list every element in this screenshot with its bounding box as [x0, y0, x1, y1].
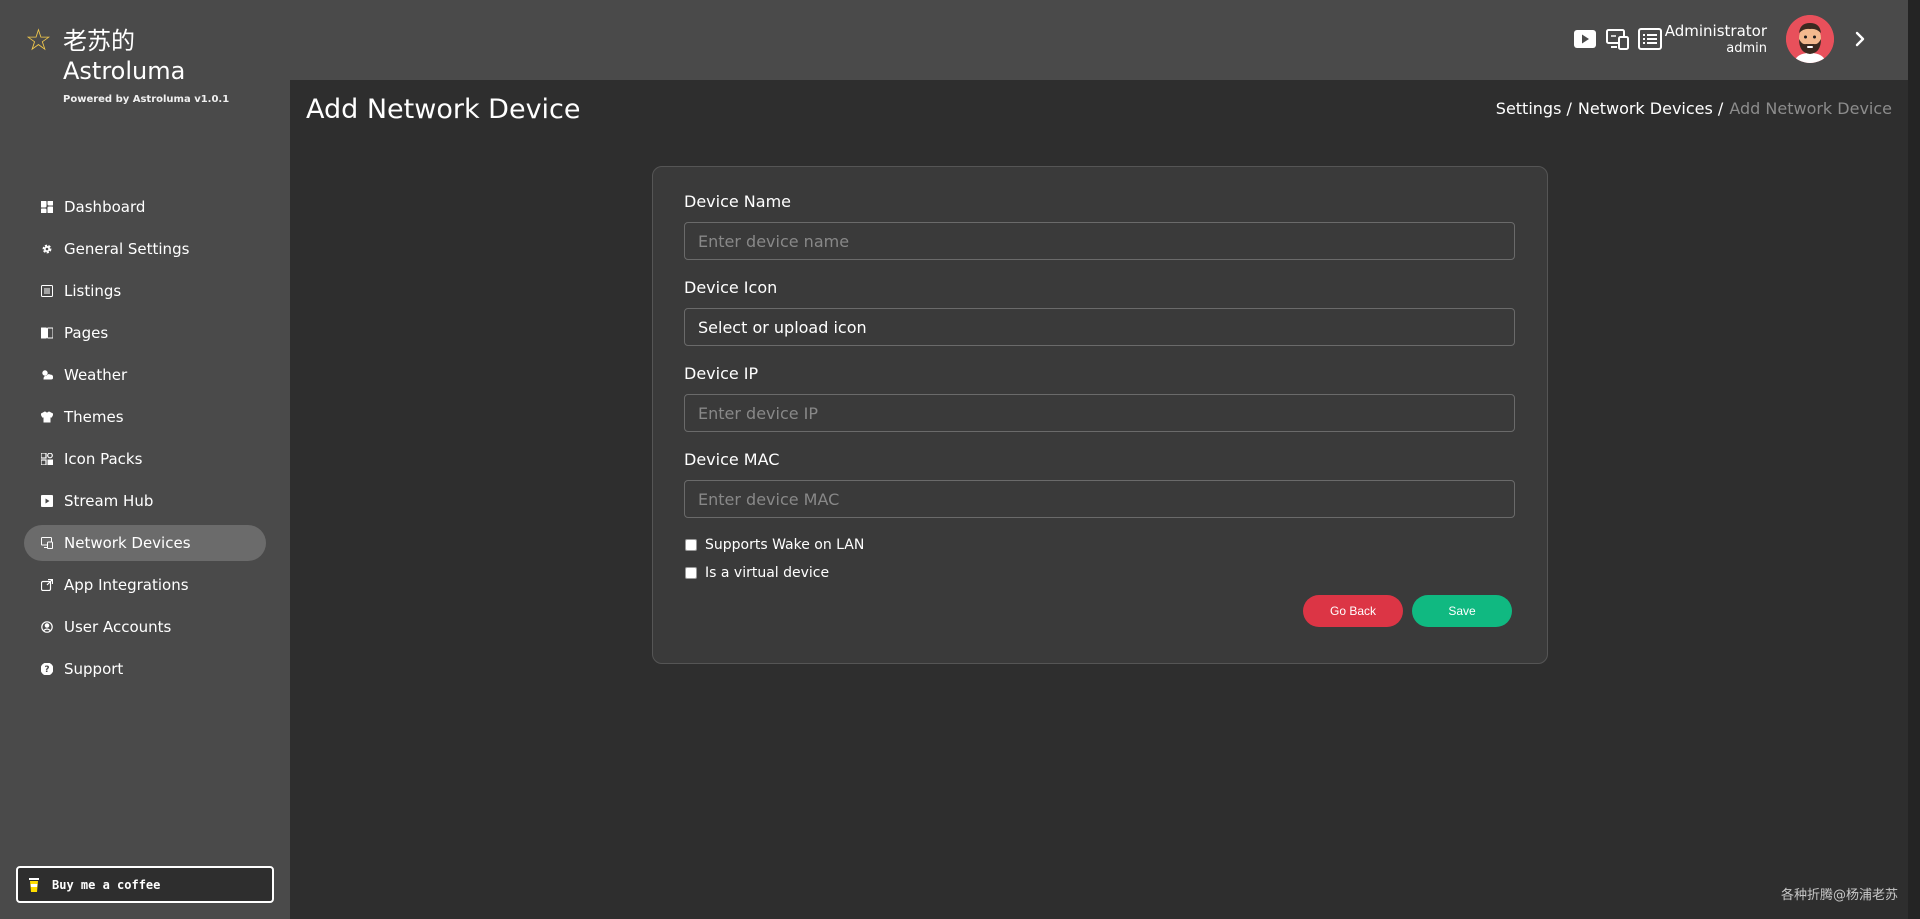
breadcrumb-network-devices[interactable]: Network Devices / — [1578, 99, 1723, 118]
brand-subtitle: Astroluma — [63, 57, 186, 85]
scrollbar[interactable] — [1908, 0, 1920, 919]
sidebar-item-stream-hub[interactable]: Stream Hub — [24, 483, 266, 519]
star-logo-icon: ☆ — [25, 23, 52, 58]
sidebar-item-label: General Settings — [64, 240, 190, 258]
sidebar-item-weather[interactable]: Weather — [24, 357, 266, 393]
chevron-right-icon[interactable] — [1850, 28, 1870, 50]
page-title: Add Network Device — [306, 94, 581, 125]
breadcrumb-current: Add Network Device — [1729, 99, 1892, 118]
device-ip-label: Device IP — [684, 364, 759, 383]
device-mac-label: Device MAC — [684, 450, 780, 469]
sidebar-item-label: Network Devices — [64, 534, 191, 552]
sidebar-item-label: Pages — [64, 324, 109, 342]
device-name-label: Device Name — [684, 192, 792, 211]
sidebar-item-label: Icon Packs — [64, 450, 143, 468]
device-name-input[interactable] — [684, 222, 1515, 260]
coffee-cup-icon — [29, 877, 39, 892]
sidebar-item-label: Dashboard — [64, 198, 146, 216]
avatar[interactable] — [1786, 15, 1834, 63]
sidebar-item-dashboard[interactable]: Dashboard — [24, 189, 266, 225]
user-role: admin — [1726, 41, 1767, 56]
buy-me-a-coffee-button[interactable]: Buy me a coffee — [16, 866, 274, 903]
stream-play-icon[interactable] — [1573, 28, 1597, 50]
sidebar-item-label: Stream Hub — [64, 492, 154, 510]
network-device-icon — [40, 536, 54, 550]
sidebar-item-label: App Integrations — [64, 576, 189, 594]
wake-on-lan-checkbox[interactable] — [685, 539, 697, 551]
sidebar-item-pages[interactable]: Pages — [24, 315, 266, 351]
breadcrumb-settings[interactable]: Settings / — [1496, 99, 1572, 118]
breadcrumb: Settings / Network Devices / Add Network… — [1496, 99, 1892, 118]
brand-powered-by: Powered by Astroluma v1.0.1 — [63, 94, 230, 105]
sidebar-nav: Dashboard General Settings Listings Page… — [24, 189, 266, 693]
add-device-form: Device Name Device Icon Select or upload… — [652, 166, 1548, 664]
user-display-name: Administrator — [1664, 22, 1767, 40]
sidebar-item-label: User Accounts — [64, 618, 172, 636]
svg-text:?: ? — [44, 665, 49, 675]
sidebar-item-network-devices[interactable]: Network Devices — [24, 525, 266, 561]
wake-on-lan-checkbox-row[interactable]: Supports Wake on LAN — [685, 537, 864, 553]
sidebar-item-general-settings[interactable]: General Settings — [24, 231, 266, 267]
sidebar-item-listings[interactable]: Listings — [24, 273, 266, 309]
sidebar-item-label: Support — [64, 660, 124, 678]
sidebar-item-label: Weather — [64, 366, 128, 384]
sidebar: ☆ 老苏的 Astroluma Powered by Astroluma v1.… — [0, 0, 290, 919]
virtual-device-checkbox-row[interactable]: Is a virtual device — [685, 565, 829, 581]
page-icon — [40, 326, 54, 340]
sidebar-item-label: Themes — [64, 408, 124, 426]
shirt-icon — [40, 410, 54, 424]
watermark: 各种折腾@杨浦老苏 — [1780, 888, 1898, 903]
listings-icon[interactable] — [1638, 28, 1662, 50]
icon-pack-icon — [40, 452, 54, 466]
play-icon — [40, 494, 54, 508]
sidebar-item-label: Listings — [64, 282, 122, 300]
help-icon: ? — [40, 662, 54, 676]
save-button[interactable]: Save — [1412, 595, 1512, 627]
virtual-device-checkbox[interactable] — [685, 567, 697, 579]
wake-on-lan-label: Supports Wake on LAN — [705, 537, 865, 553]
device-ip-input[interactable] — [684, 394, 1515, 432]
go-back-button[interactable]: Go Back — [1303, 595, 1403, 627]
gear-icon — [40, 242, 54, 256]
dashboard-icon — [40, 200, 54, 214]
device-icon-select[interactable]: Select or upload icon — [684, 308, 1515, 346]
sidebar-item-support[interactable]: ? Support — [24, 651, 266, 687]
coffee-label: Buy me a coffee — [52, 877, 161, 892]
integration-icon — [40, 578, 54, 592]
virtual-device-label: Is a virtual device — [705, 565, 830, 581]
sidebar-item-app-integrations[interactable]: App Integrations — [24, 567, 266, 603]
device-icon-label: Device Icon — [684, 278, 778, 297]
user-icon — [40, 620, 54, 634]
device-mac-input[interactable] — [684, 480, 1515, 518]
sidebar-item-themes[interactable]: Themes — [24, 399, 266, 435]
device-icon-select-text: Select or upload icon — [698, 317, 867, 337]
top-bar: Administrator admin — [290, 0, 1908, 80]
network-devices-icon[interactable] — [1606, 28, 1630, 50]
sidebar-item-icon-packs[interactable]: Icon Packs — [24, 441, 266, 477]
brand-title: 老苏的 — [63, 27, 135, 55]
weather-icon — [40, 368, 54, 382]
list-icon — [40, 284, 54, 298]
sidebar-item-user-accounts[interactable]: User Accounts — [24, 609, 266, 645]
